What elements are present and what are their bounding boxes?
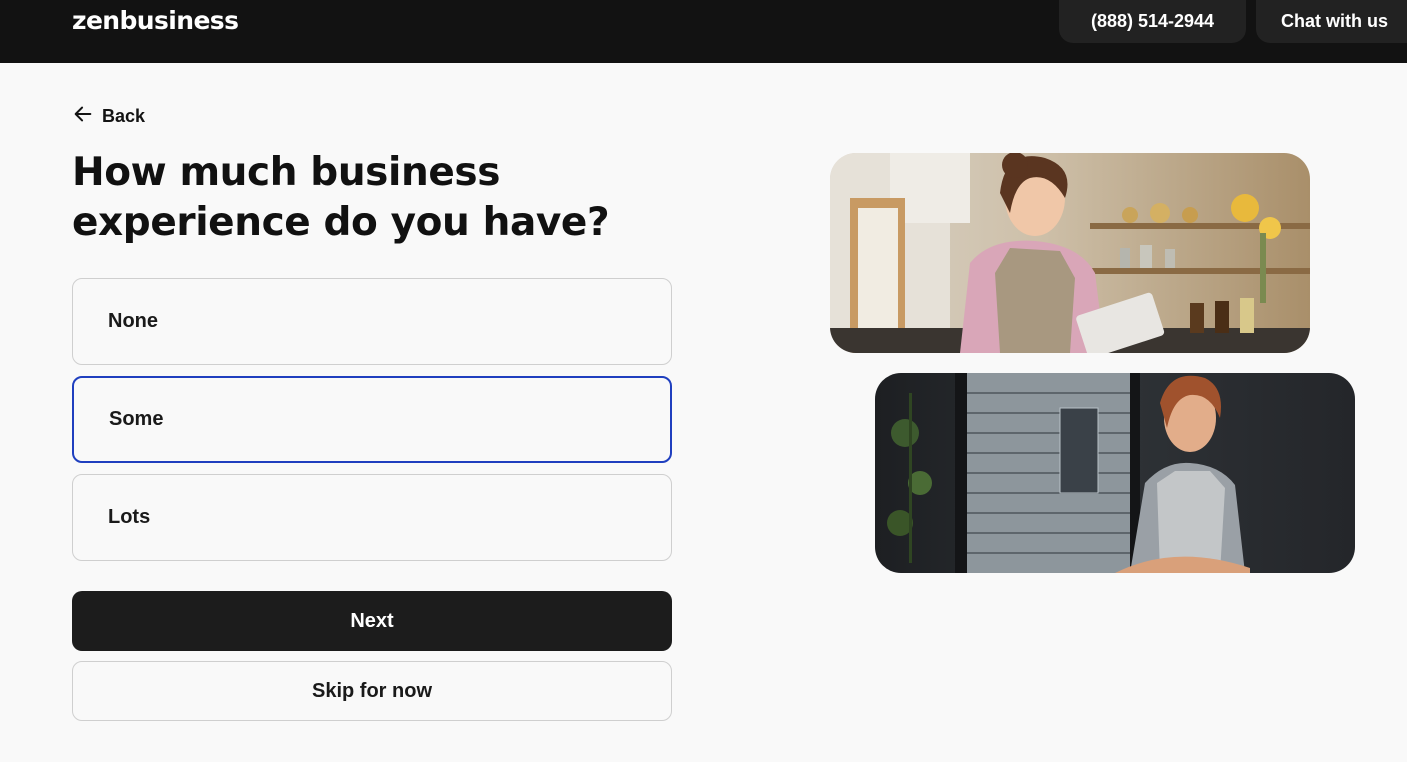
option-label: Some	[109, 408, 164, 430]
option-none[interactable]: None	[72, 278, 672, 365]
option-some[interactable]: Some	[72, 376, 672, 463]
top-navigation-bar: zenbusiness (888) 514-2944 Chat with us	[0, 0, 1407, 63]
option-lots[interactable]: Lots	[72, 474, 672, 561]
question-title: How much business experience do you have…	[72, 150, 610, 245]
next-button[interactable]: Next	[72, 591, 672, 651]
chat-with-us-button[interactable]: Chat with us	[1256, 0, 1407, 43]
zenbusiness-logo[interactable]: zenbusiness	[72, 6, 239, 35]
skip-for-now-button[interactable]: Skip for now	[72, 661, 672, 721]
phone-number-button[interactable]: (888) 514-2944	[1059, 0, 1246, 43]
cafe-owner-photo	[830, 153, 1310, 353]
back-button[interactable]: Back	[72, 104, 145, 128]
back-label: Back	[102, 105, 146, 126]
option-label: Lots	[108, 506, 151, 528]
arrow-left-icon	[72, 103, 94, 130]
option-label: None	[108, 310, 158, 332]
shop-owner-photo	[875, 373, 1355, 573]
